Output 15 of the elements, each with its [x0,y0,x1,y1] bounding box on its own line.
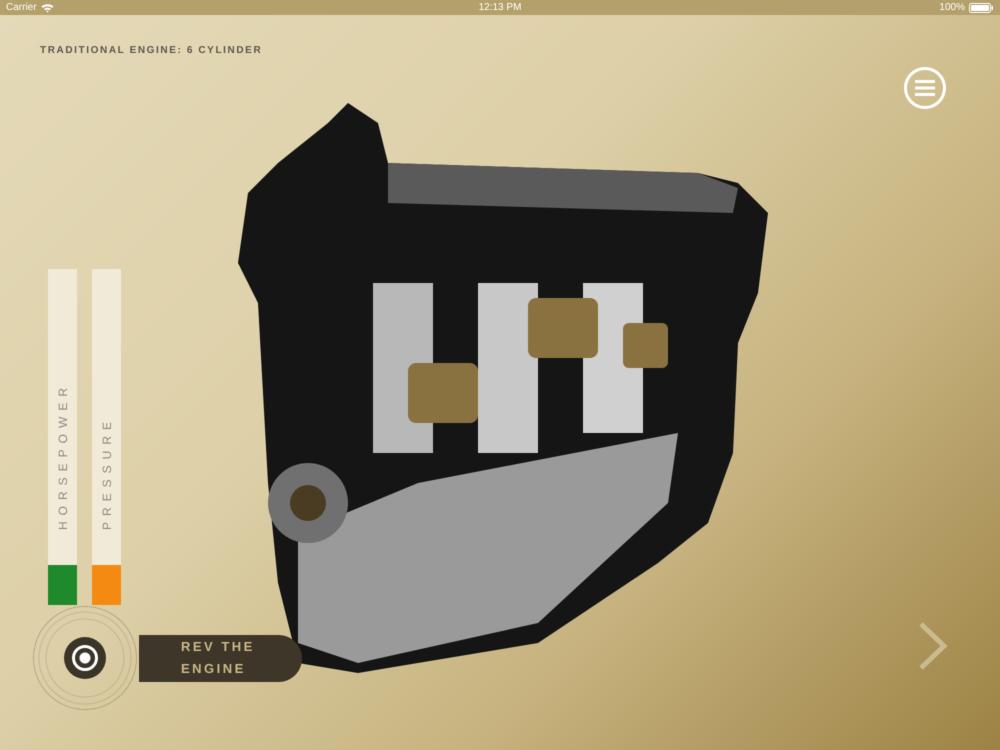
battery-icon [969,2,994,12]
engine-title: TRADITIONAL ENGINE: 6 CYLINDER [40,45,264,56]
chevron-right-icon [918,621,948,671]
menu-button[interactable] [904,67,946,109]
status-time: 12:13 PM [478,2,522,13]
menu-icon [915,80,935,96]
rev-engine-button[interactable]: REV THE ENGINE [139,634,302,682]
gauge-label: PRESSURE [100,416,114,530]
target-icon [72,645,98,671]
wifi-icon [40,2,54,12]
rev-knob-button[interactable] [64,637,106,679]
gauge-label: HORSEPOWER [56,382,70,530]
next-button[interactable] [918,621,948,671]
carrier-name: Carrier [6,2,37,13]
battery-percent: 100% [939,2,965,13]
